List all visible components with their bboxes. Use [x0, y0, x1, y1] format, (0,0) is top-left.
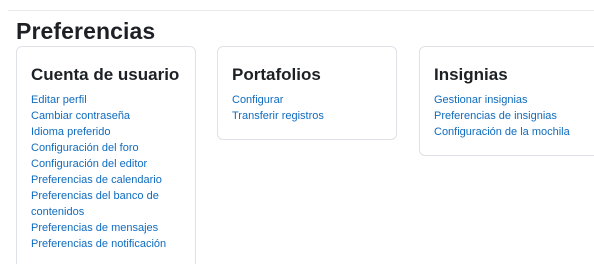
forum-preferences-link[interactable]: Configuración del foro: [31, 140, 181, 156]
list-item: Preferencias del banco de contenidos: [31, 188, 181, 220]
content-bank-preferences-link[interactable]: Preferencias del banco de contenidos: [31, 188, 181, 220]
preferred-language-link[interactable]: Idioma preferido: [31, 124, 181, 140]
list-item: Preferencias de notificación: [31, 236, 181, 252]
transfer-logs-link[interactable]: Transferir registros: [232, 108, 382, 124]
list-item: Configuración de la mochila: [434, 124, 594, 140]
badges-card: Insignias Gestionar insignias Preferenci…: [419, 46, 594, 156]
change-password-link[interactable]: Cambiar contraseña: [31, 108, 181, 124]
preferences-page: Preferencias Cuenta de usuario Editar pe…: [0, 0, 594, 264]
badges-card-title: Insignias: [434, 65, 508, 84]
user-account-links: Editar perfil Cambiar contraseña Idioma …: [31, 86, 181, 252]
edit-profile-link[interactable]: Editar perfil: [31, 92, 181, 108]
list-item: Idioma preferido: [31, 124, 181, 140]
editor-preferences-link[interactable]: Configuración del editor: [31, 156, 181, 172]
badge-preferences-link[interactable]: Preferencias de insignias: [434, 108, 594, 124]
portfolios-card: Portafolios Configurar Transferir regist…: [217, 46, 397, 140]
list-item: Cambiar contraseña: [31, 108, 181, 124]
manage-badges-link[interactable]: Gestionar insignias: [434, 92, 594, 108]
list-item: Preferencias de mensajes: [31, 220, 181, 236]
list-item: Preferencias de insignias: [434, 108, 594, 124]
list-item: Configurar: [232, 92, 382, 108]
user-account-card-title: Cuenta de usuario: [31, 65, 180, 84]
list-item: Configuración del foro: [31, 140, 181, 156]
notification-preferences-link[interactable]: Preferencias de notificación: [31, 236, 181, 252]
backpack-settings-link[interactable]: Configuración de la mochila: [434, 124, 594, 140]
configure-portfolios-link[interactable]: Configurar: [232, 92, 382, 108]
list-item: Preferencias de calendario: [31, 172, 181, 188]
list-item: Editar perfil: [31, 92, 181, 108]
message-preferences-link[interactable]: Preferencias de mensajes: [31, 220, 181, 236]
portfolios-card-title: Portafolios: [232, 65, 321, 84]
list-item: Configuración del editor: [31, 156, 181, 172]
calendar-preferences-link[interactable]: Preferencias de calendario: [31, 172, 181, 188]
page-title: Preferencias: [16, 18, 156, 44]
user-account-card: Cuenta de usuario Editar perfil Cambiar …: [16, 46, 196, 264]
badges-links: Gestionar insignias Preferencias de insi…: [434, 86, 594, 140]
list-item: Gestionar insignias: [434, 92, 594, 108]
list-item: Transferir registros: [232, 108, 382, 124]
top-divider: [8, 10, 594, 11]
portfolios-links: Configurar Transferir registros: [232, 86, 382, 124]
